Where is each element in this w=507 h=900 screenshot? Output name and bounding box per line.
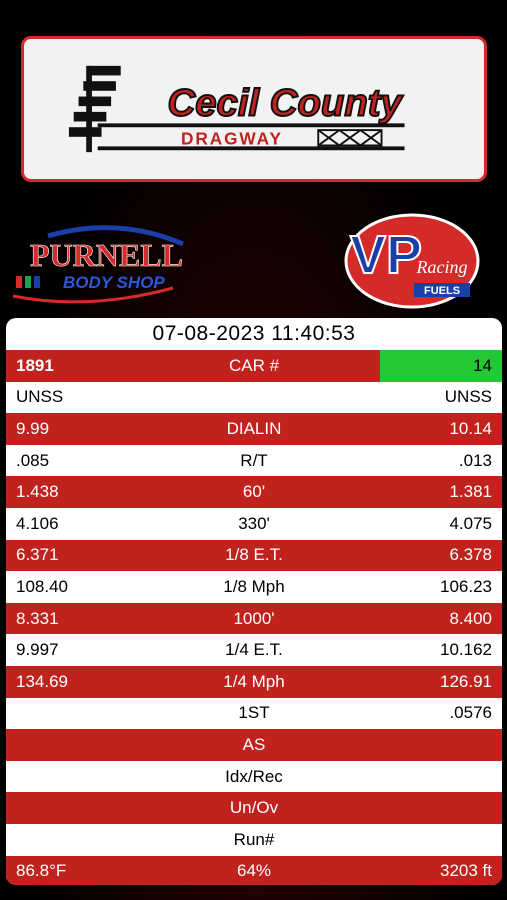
- right-lane-value: 14: [473, 355, 492, 375]
- logo-cecil-county-text: Cecil County: [168, 82, 404, 125]
- timeslip-row: .085 R/T .013: [6, 444, 502, 477]
- left-lane-value: 108.40: [16, 576, 68, 596]
- timeslip-row: AS: [6, 729, 502, 761]
- timeslip-row: 108.40 1/8 Mph 106.23: [6, 571, 502, 603]
- logo-x-marks: [317, 129, 383, 147]
- left-lane-value: 134.69: [16, 671, 68, 691]
- timeslip-row: 4.106 330' 4.075: [6, 507, 502, 540]
- christmas-tree-graphic: [68, 65, 121, 153]
- timeslip-row: 1.438 60' 1.381: [6, 476, 502, 508]
- row-label: 1ST: [238, 703, 270, 723]
- row-label: 1/4 Mph: [223, 671, 285, 691]
- row-label: DIALIN: [226, 418, 282, 438]
- timeslip-row: 134.69 1/4 Mph 126.91: [6, 665, 502, 698]
- winner-lane-highlight: 14: [380, 350, 502, 382]
- right-lane-value: 126.91: [440, 671, 492, 691]
- row-label: R/T: [240, 450, 268, 470]
- right-lane-value: 106.23: [440, 576, 492, 596]
- right-lane-value: 6.378: [449, 545, 492, 565]
- left-lane-value: 1.438: [16, 482, 59, 502]
- row-label: Un/Ov: [229, 798, 279, 818]
- right-lane-value: 4.075: [449, 513, 492, 533]
- logo-dragway-text: DRAGWAY: [181, 128, 283, 148]
- timeslip-row: Run#: [6, 823, 502, 856]
- left-lane-value: 6.371: [16, 545, 59, 565]
- racing-text: Racing: [416, 257, 468, 277]
- vp-text: VP: [350, 225, 422, 285]
- left-lane-value: 1891: [16, 355, 54, 375]
- right-lane-value: 10.14: [449, 418, 492, 438]
- run-timestamp: 07-08-2023 11:40:53: [152, 322, 356, 345]
- left-lane-value: 4.106: [16, 513, 59, 533]
- row-label: 64%: [236, 861, 272, 881]
- left-lane-value: 8.331: [16, 608, 59, 628]
- right-lane-value: 3203 ft: [440, 861, 492, 881]
- cecil-county-dragway-logo: Cecil County DRAGWAY: [68, 65, 405, 153]
- timeslip-row: 1891 14 CAR #: [6, 350, 502, 382]
- right-lane-value: .013: [458, 450, 492, 470]
- timeslip-row: Un/Ov: [6, 792, 502, 824]
- row-label: 60': [242, 482, 266, 502]
- timeslip-row: 86.8°F 64% 3203 ft: [6, 855, 502, 885]
- left-lane-value: UNSS: [16, 387, 64, 407]
- timeslip-row: UNSS UNSS: [6, 381, 502, 414]
- vp-racing-fuels-logo: VP Racing FUELS: [342, 207, 482, 311]
- right-lane-value: UNSS: [444, 387, 492, 407]
- right-lane-value: 1.381: [449, 482, 492, 502]
- fuels-text: FUELS: [424, 285, 460, 297]
- left-lane-value: 9.997: [16, 640, 59, 660]
- row-label: Idx/Rec: [225, 766, 283, 786]
- row-label: 1/8 E.T.: [225, 545, 283, 565]
- body-shop-text: BODY SHOP: [63, 273, 165, 292]
- timeslip-row: 1ST .0576: [6, 697, 502, 730]
- row-label: 1000': [233, 608, 275, 628]
- left-lane-value: 9.99: [16, 418, 50, 438]
- timeslip-board: 07-08-2023 11:40:53 1891 14 CAR # UNSS UNSS 9…: [6, 318, 502, 885]
- row-label: AS: [242, 734, 266, 754]
- purnell-text: PURNELL: [30, 237, 183, 273]
- row-label: Run#: [233, 829, 275, 849]
- row-label: 330': [238, 513, 270, 533]
- track-logo-banner: Cecil County DRAGWAY: [21, 36, 487, 182]
- right-lane-value: .0576: [449, 703, 492, 723]
- right-lane-value: 8.400: [449, 608, 492, 628]
- left-lane-value: .085: [16, 450, 50, 470]
- purnell-body-shop-logo: PURNELL BODY SHOP: [8, 216, 188, 308]
- row-label: 1/4 E.T.: [225, 640, 283, 660]
- timeslip-row: 9.997 1/4 E.T. 10.162: [6, 634, 502, 666]
- right-lane-value: 10.162: [440, 640, 492, 660]
- row-label: 1/8 Mph: [223, 576, 285, 596]
- timeslip-row: 6.371 1/8 E.T. 6.378: [6, 539, 502, 572]
- left-lane-value: 86.8°F: [16, 861, 67, 881]
- timeslip-row: 9.99 DIALIN 10.14: [6, 413, 502, 445]
- timeslip-row: Idx/Rec: [6, 760, 502, 793]
- timeslip-row: 8.331 1000' 8.400: [6, 602, 502, 635]
- timeslip-rows: 1891 14 CAR # UNSS UNSS 9.99 DIALIN 10.14.085 R/…: [6, 350, 502, 885]
